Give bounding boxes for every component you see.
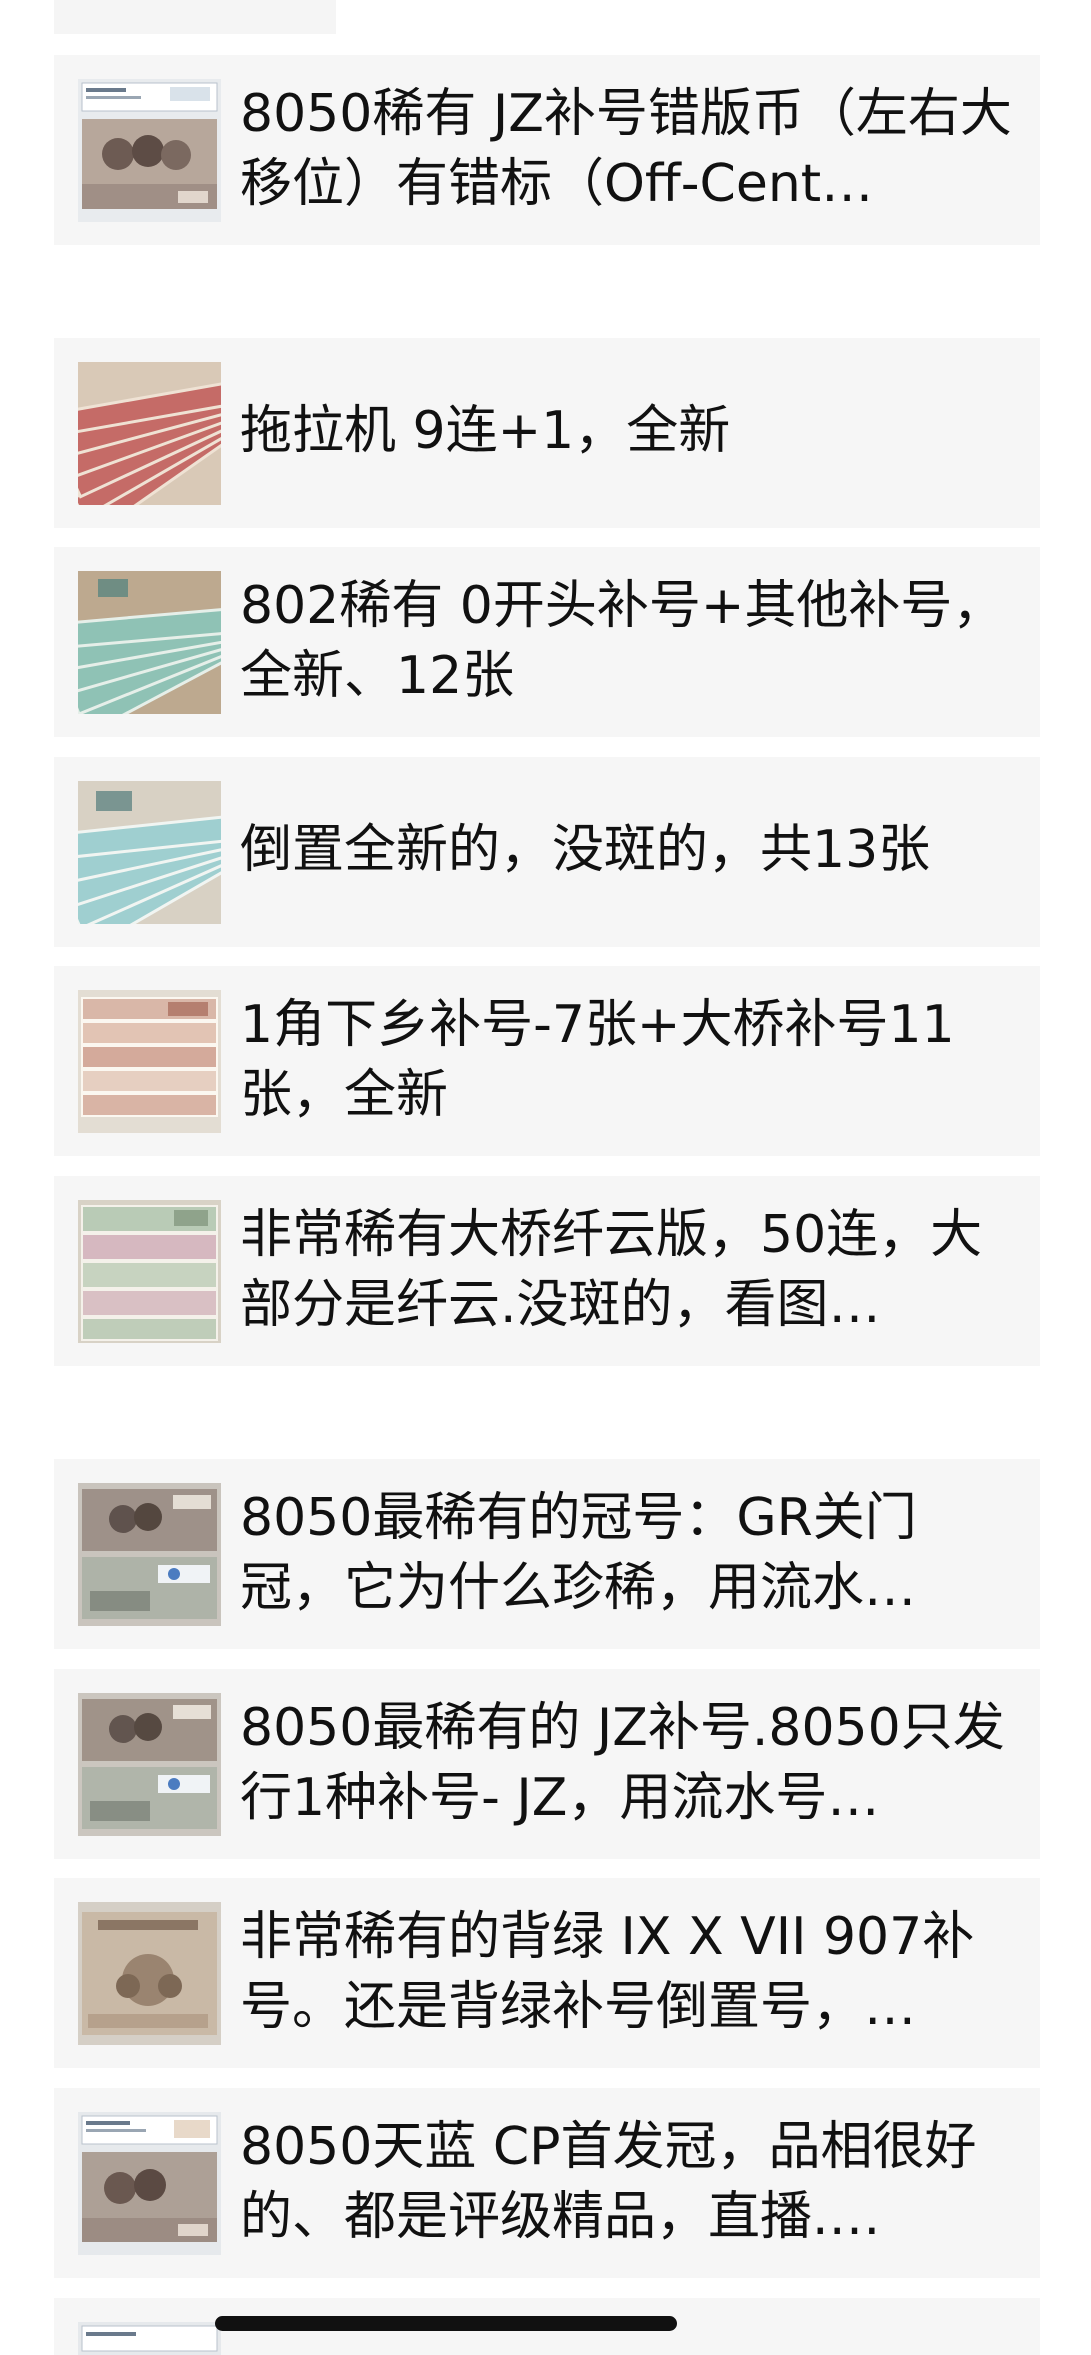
item-title: 非常稀有大桥纤云版，50连，大部分是纤云.没斑的，看图… xyxy=(240,1205,983,1335)
banknote-single-image xyxy=(78,1902,221,2045)
list-item[interactable]: 非常稀有大桥纤云版，50连，大部分是纤云.没斑的，看图… xyxy=(54,1176,1040,1366)
item-title: 802稀有 0开头补号+其他补号，全新、12张 xyxy=(240,576,1005,706)
list-item[interactable]: 1角下乡补号-7张+大桥补号11张，全新 xyxy=(54,966,1040,1156)
list-item[interactable]: 8050稀有 JZ补号错版币（左右大移位）有错标（Off-Cent… xyxy=(54,55,1040,245)
item-title: 8050最稀有的 JZ补号.8050只发行1种补号- JZ，用流水号… xyxy=(240,1698,1005,1828)
item-title: 拖拉机 9连+1，全新 xyxy=(240,401,731,461)
previous-item-stub xyxy=(54,0,336,34)
item-title: 倒置全新的，没斑的，共13张 xyxy=(240,820,931,880)
item-title: 8050天蓝 CP首发冠，品相很好的、都是评级精品，直播.… xyxy=(240,2117,977,2247)
banknote-stack-image xyxy=(78,1200,221,1343)
item-title: 非常稀有的背绿 IX X VII 907补号。还是背绿补号倒置号，… xyxy=(240,1907,975,2037)
list-item[interactable]: 8050最稀有的冠号：GR关门冠，它为什么珍稀，用流水… xyxy=(54,1459,1040,1649)
banknote-fan-image xyxy=(78,362,221,505)
banknote-fan-image xyxy=(78,571,221,714)
list-item[interactable]: 802稀有 0开头补号+其他补号，全新、12张 xyxy=(54,547,1040,737)
list-item[interactable]: 倒置全新的，没斑的，共13张 xyxy=(54,757,1040,947)
list-item[interactable]: 拖拉机 9连+1，全新 xyxy=(54,338,1040,528)
list-item[interactable]: 8050天蓝 CP首发冠，品相很好的、都是评级精品，直播.… xyxy=(54,2088,1040,2278)
list-item[interactable]: 8050最稀有的 JZ补号.8050只发行1种补号- JZ，用流水号… xyxy=(54,1669,1040,1859)
banknote-front-back-image xyxy=(78,1693,221,1836)
home-indicator[interactable] xyxy=(215,2316,677,2331)
banknote-graded-slab-image xyxy=(78,2322,221,2355)
banknote-graded-slab-image xyxy=(78,79,221,222)
banknote-front-back-image xyxy=(78,1483,221,1626)
banknote-graded-slab-image xyxy=(78,2112,221,2255)
banknote-stack-image xyxy=(78,990,221,1133)
banknote-fan-image xyxy=(78,781,221,924)
item-title: 8050最稀有的冠号：GR关门冠，它为什么珍稀，用流水… xyxy=(240,1488,917,1618)
list-item[interactable]: 非常稀有的背绿 IX X VII 907补号。还是背绿补号倒置号，… xyxy=(54,1878,1040,2068)
item-title: 8050稀有 JZ补号错版币（左右大移位）有错标（Off-Cent… xyxy=(240,84,1012,214)
item-title: 1角下乡补号-7张+大桥补号11张，全新 xyxy=(240,995,955,1125)
